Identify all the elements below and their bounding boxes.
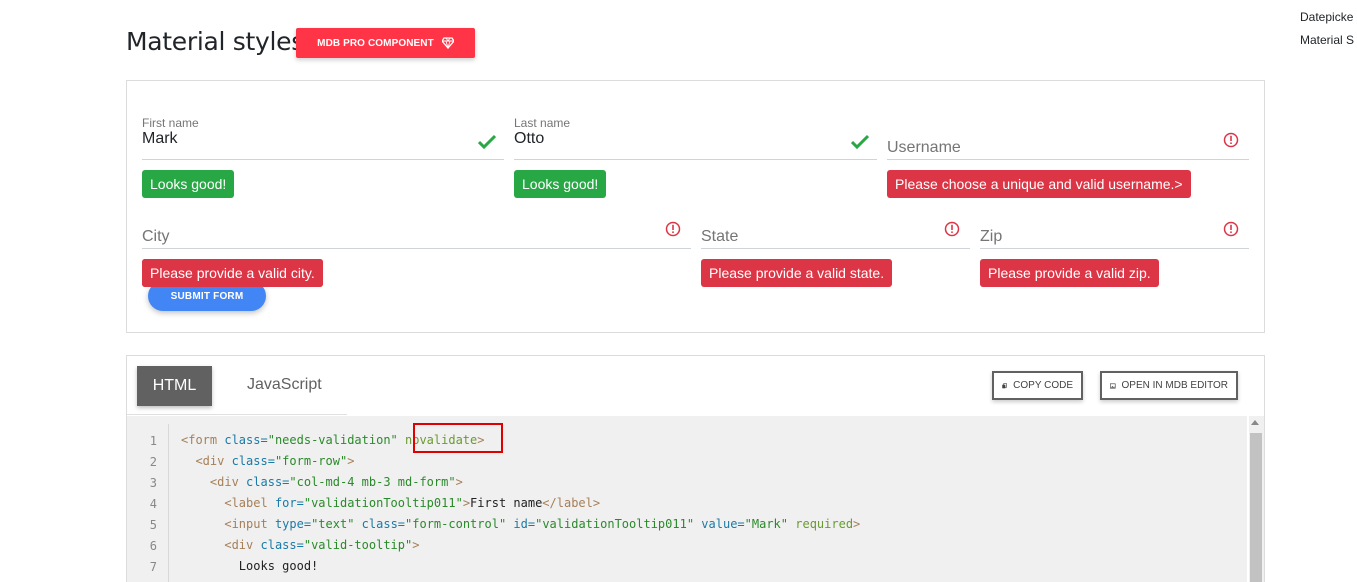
check-icon: [851, 134, 869, 150]
username-placeholder: Username: [887, 139, 961, 156]
novalidate-highlight-box: [413, 423, 503, 453]
check-icon: [478, 134, 496, 150]
state-placeholder: State: [701, 228, 739, 245]
line-number: 7: [149, 559, 157, 574]
tab-html[interactable]: HTML: [137, 366, 212, 406]
city-field[interactable]: City: [142, 205, 691, 249]
error-icon: [1223, 132, 1239, 148]
last-name-valid-tooltip: Looks good!: [514, 170, 607, 198]
code-text: Looks good!: [238, 559, 319, 573]
username-invalid-tooltip: Please choose a unique and valid usernam…: [887, 170, 1191, 198]
first-name-label: First name: [142, 116, 199, 130]
open-in-mdb-editor-button[interactable]: OPEN IN MDB EDITOR: [1100, 371, 1238, 400]
line-number: 5: [149, 517, 157, 532]
page-title: Material styles: [126, 27, 304, 56]
code-line: 4: [127, 493, 157, 514]
code-text: <div class="form-row">: [195, 454, 355, 468]
scroll-up-arrow-icon[interactable]: [1251, 420, 1259, 425]
code-editor[interactable]: 1 <form class="needs-validation" novalid…: [127, 416, 1247, 582]
error-icon: [1223, 221, 1239, 237]
mdb-pro-component-button[interactable]: MDB PRO COMPONENT: [296, 28, 475, 58]
zip-invalid-tooltip: Please provide a valid zip.: [980, 259, 1159, 287]
last-name-field[interactable]: Last name Otto: [514, 116, 877, 160]
pro-button-label: MDB PRO COMPONENT: [317, 37, 434, 49]
first-name-valid-tooltip: Looks good!: [142, 170, 235, 198]
copy-code-label: COPY CODE: [1013, 380, 1073, 391]
state-invalid-tooltip: Please provide a valid state.: [701, 259, 893, 287]
side-nav-item-material[interactable]: Material S: [1300, 29, 1354, 52]
line-number: 2: [149, 454, 157, 469]
tab-divider: [127, 414, 347, 415]
copy-icon: [1002, 382, 1007, 388]
city-invalid-tooltip-overlay: Please provide a valid city.: [142, 259, 323, 287]
error-icon: [665, 221, 681, 237]
zip-field[interactable]: Zip: [980, 205, 1249, 249]
code-line: 7: [127, 556, 157, 577]
first-name-field[interactable]: First name Mark: [142, 116, 504, 160]
code-text: <div class="valid-tooltip">: [224, 538, 420, 552]
first-name-input[interactable]: Mark: [142, 130, 178, 148]
code-text: <input type="text" class="form-control" …: [224, 517, 861, 531]
side-nav-item-datepicker[interactable]: Datepicke: [1300, 6, 1354, 29]
diamond-icon: [441, 37, 454, 49]
line-number: 1: [149, 433, 157, 448]
copy-code-button[interactable]: COPY CODE: [992, 371, 1083, 400]
gutter-divider: [168, 424, 169, 582]
zip-placeholder: Zip: [980, 228, 1003, 245]
line-number: 3: [149, 475, 157, 490]
side-nav: Datepicke Material S: [1300, 6, 1354, 52]
code-line: 2: [127, 451, 157, 472]
code-text: <label for="validationTooltip011">First …: [224, 496, 601, 510]
code-line: 5: [127, 514, 157, 535]
city-placeholder: City: [142, 228, 170, 245]
line-number: 6: [149, 538, 157, 553]
last-name-input[interactable]: Otto: [514, 130, 544, 148]
code-line: 3: [127, 472, 157, 493]
error-icon: [944, 221, 960, 237]
last-name-label: Last name: [514, 116, 571, 130]
code-line: 1: [127, 430, 157, 451]
image-icon: [1110, 382, 1116, 389]
username-field[interactable]: Username: [887, 116, 1249, 160]
code-line: 6: [127, 535, 157, 556]
open-editor-label: OPEN IN MDB EDITOR: [1121, 380, 1229, 391]
code-scrollbar-thumb[interactable]: [1250, 433, 1262, 582]
tab-javascript[interactable]: JavaScript: [247, 376, 322, 394]
state-field[interactable]: State: [701, 205, 970, 249]
code-text: <div class="col-md-4 mb-3 md-form">: [209, 475, 463, 489]
line-number: 4: [149, 496, 157, 511]
